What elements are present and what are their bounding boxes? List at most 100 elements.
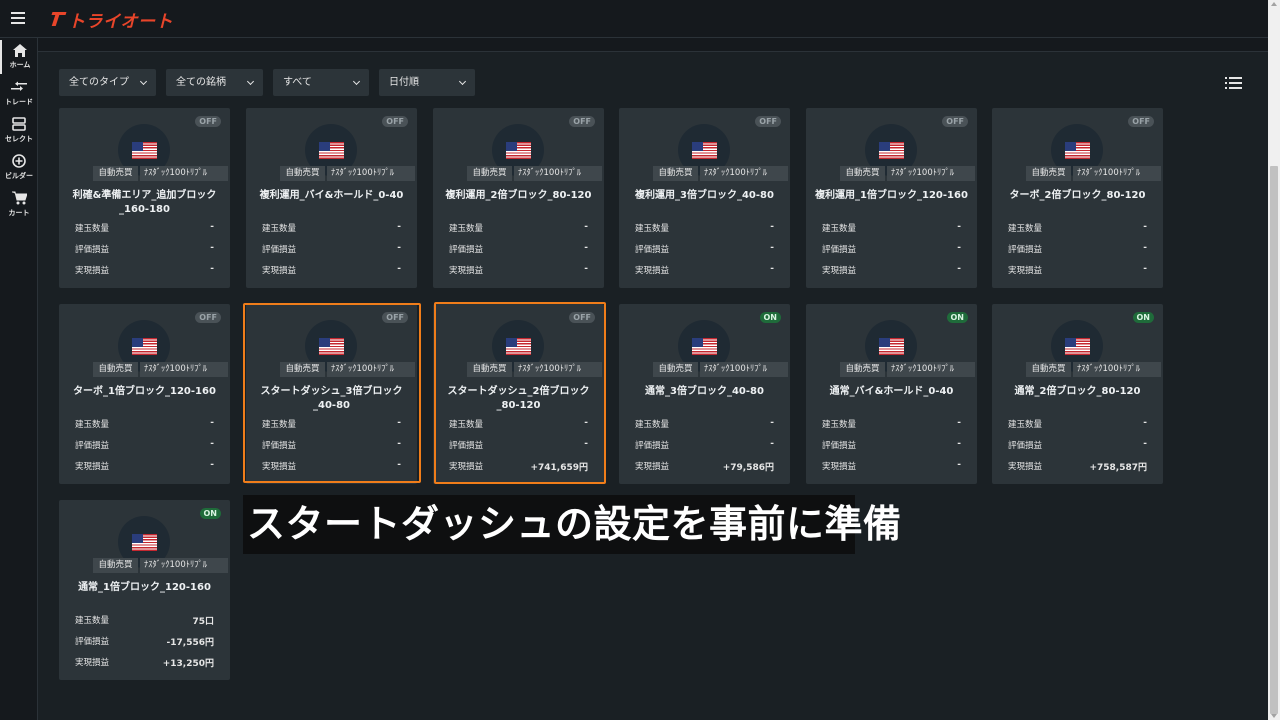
stat-label: 実現損益	[75, 658, 110, 668]
status-badge[interactable]: ON	[1132, 312, 1154, 323]
us-flag-icon	[879, 142, 904, 159]
stat-unrealized: 評価損益 -	[75, 243, 214, 255]
stat-value: -	[1143, 222, 1147, 232]
strategy-name: 複利運用_1倍ブロック_120-160	[815, 190, 968, 201]
stat-label: 実現損益	[262, 266, 297, 276]
card-tags: 自動売買 ﾅｽﾀﾞｯｸ100ﾄﾘﾌﾟﾙ	[467, 166, 602, 181]
strategy-card[interactable]: OFF 自動売買 ﾅｽﾀﾞｯｸ100ﾄﾘﾌﾟﾙ ターボ_2倍ブロック_80-120 建玉…	[992, 108, 1163, 288]
stat-unrealized: 評価損益 -	[1008, 439, 1147, 451]
strategy-card[interactable]: OFF 自動売買 ﾅｽﾀﾞｯｸ100ﾄﾘﾌﾟﾙ 利確&準備エリア_追加ブロック_160…	[59, 108, 230, 288]
card-tags: 自動売買 ﾅｽﾀﾞｯｸ100ﾄﾘﾌﾟﾙ	[280, 166, 415, 181]
stat-value: +13,250円	[162, 659, 214, 669]
filter-symbol-select[interactable]: 全ての銘柄	[166, 69, 263, 96]
stat-label: 評価損益	[449, 245, 484, 255]
stat-realized: 実現損益 -	[1008, 264, 1147, 276]
stat-label: 実現損益	[75, 266, 110, 276]
annotation-caption: スタートダッシュの設定を事前に準備	[243, 495, 901, 554]
status-badge[interactable]: ON	[199, 508, 221, 519]
stat-value: -	[770, 439, 774, 449]
chevron-down-icon	[246, 77, 255, 86]
card-tags: 自動売買 ﾅｽﾀﾞｯｸ100ﾄﾘﾌﾟﾙ	[1026, 362, 1161, 377]
stat-value: -	[397, 243, 401, 253]
filter-label: 全ての銘柄	[176, 77, 226, 88]
strategy-card[interactable]: ON 自動売買 ﾅｽﾀﾞｯｸ100ﾄﾘﾌﾟﾙ 通常_2倍ブロック_80-120 建玉数量…	[992, 304, 1163, 484]
scrollbar-thumb[interactable]	[1270, 166, 1278, 714]
stat-realized: 実現損益 -	[635, 264, 774, 276]
stat-label: 建玉数量	[1008, 224, 1043, 234]
cart-icon	[11, 190, 27, 206]
status-badge[interactable]: OFF	[195, 116, 221, 127]
stat-label: 実現損益	[75, 462, 110, 472]
status-badge[interactable]: ON	[946, 312, 968, 323]
stat-realized: 実現損益 -	[75, 460, 214, 472]
scroll-up-arrow-icon[interactable]	[1271, 2, 1277, 6]
stat-value: -	[210, 460, 214, 470]
strategy-card[interactable]: OFF 自動売買 ﾅｽﾀﾞｯｸ100ﾄﾘﾌﾟﾙ 複利運用_3倍ブロック_40-80 建玉…	[619, 108, 790, 288]
status-badge[interactable]: OFF	[195, 312, 221, 323]
us-flag-icon	[1065, 338, 1090, 355]
card-tags: 自動売買 ﾅｽﾀﾞｯｸ100ﾄﾘﾌﾟﾙ	[840, 362, 975, 377]
strategy-card[interactable]: ON 自動売買 ﾅｽﾀﾞｯｸ100ﾄﾘﾌﾟﾙ 通常_バイ&ホールド_0-40 建玉数量 -…	[806, 304, 977, 484]
us-flag-icon	[132, 338, 157, 355]
stat-unrealized: 評価損益 -	[449, 243, 588, 255]
stat-value: +79,586円	[722, 463, 774, 473]
stat-value: -	[584, 264, 588, 274]
stat-value: -	[584, 243, 588, 253]
stat-label: 評価損益	[1008, 245, 1043, 255]
strategy-card[interactable]: ON 自動売買 ﾅｽﾀﾞｯｸ100ﾄﾘﾌﾟﾙ 通常_3倍ブロック_40-80 建玉数量 -…	[619, 304, 790, 484]
strategy-card[interactable]: OFF 自動売買 ﾅｽﾀﾞｯｸ100ﾄﾘﾌﾟﾙ 複利運用_2倍ブロック_80-120 建…	[433, 108, 604, 288]
stat-label: 評価損益	[75, 245, 110, 255]
stat-label: 評価損益	[1008, 441, 1043, 451]
strategy-card[interactable]: OFF 自動売買 ﾅｽﾀﾞｯｸ100ﾄﾘﾌﾟﾙ 複利運用_1倍ブロック_120-160…	[806, 108, 977, 288]
chevron-down-icon	[139, 77, 148, 86]
stat-unrealized: 評価損益 -	[635, 439, 774, 451]
scroll-down-arrow-icon[interactable]	[1271, 714, 1277, 718]
strategy-card[interactable]: ON 自動売買 ﾅｽﾀﾞｯｸ100ﾄﾘﾌﾟﾙ 通常_1倍ブロック_120-160 建玉数…	[59, 500, 230, 680]
card-tags: 自動売買 ﾅｽﾀﾞｯｸ100ﾄﾘﾌﾟﾙ	[93, 166, 228, 181]
status-badge[interactable]: ON	[759, 312, 781, 323]
stat-value: -	[957, 222, 961, 232]
nav-select[interactable]: セレクト	[0, 114, 38, 148]
stat-quantity: 建玉数量 -	[822, 222, 961, 234]
status-badge[interactable]: OFF	[755, 116, 781, 127]
filter-status-select[interactable]: すべて	[273, 69, 369, 96]
strategy-card[interactable]: OFF 自動売買 ﾅｽﾀﾞｯｸ100ﾄﾘﾌﾟﾙ 複利運用_バイ&ホールド_0-40 建玉…	[246, 108, 417, 288]
stat-realized: 実現損益 -	[262, 264, 401, 276]
stat-realized: 実現損益 -	[75, 264, 214, 276]
vertical-scrollbar[interactable]	[1268, 0, 1280, 720]
status-badge[interactable]: OFF	[382, 116, 408, 127]
stat-quantity: 建玉数量 -	[449, 222, 588, 234]
app-logo[interactable]: トライオート	[52, 8, 173, 32]
stat-value: -	[957, 264, 961, 274]
stat-value: -	[770, 222, 774, 232]
filter-sort-select[interactable]: 日付順	[379, 69, 475, 96]
type-tag: 自動売買	[93, 558, 138, 573]
logo-mark-icon	[52, 10, 66, 28]
nav-cart[interactable]: カート	[0, 188, 38, 222]
status-badge[interactable]: OFF	[569, 116, 595, 127]
stat-value: -	[1143, 243, 1147, 253]
type-tag: 自動売買	[840, 362, 885, 377]
chevron-down-icon	[458, 77, 467, 86]
stat-value: -	[957, 243, 961, 253]
nav-trade[interactable]: トレード	[0, 77, 38, 111]
stat-label: 実現損益	[635, 462, 670, 472]
stat-label: 建玉数量	[822, 420, 857, 430]
us-flag-icon	[879, 338, 904, 355]
stat-value: -	[210, 243, 214, 253]
list-view-icon[interactable]	[1225, 77, 1242, 89]
stat-realized: 実現損益 +79,586円	[635, 460, 774, 473]
status-badge[interactable]: OFF	[1128, 116, 1154, 127]
hamburger-menu-icon[interactable]	[11, 12, 25, 24]
stat-value: -	[397, 222, 401, 232]
filter-type-select[interactable]: 全てのタイプ	[59, 69, 156, 96]
logo-text: トライオート	[68, 11, 173, 32]
nav-builder[interactable]: ビルダー	[0, 151, 38, 185]
strategy-card[interactable]: OFF 自動売買 ﾅｽﾀﾞｯｸ100ﾄﾘﾌﾟﾙ ターボ_1倍ブロック_120-160 建…	[59, 304, 230, 484]
status-badge[interactable]: OFF	[942, 116, 968, 127]
symbol-tag: ﾅｽﾀﾞｯｸ100ﾄﾘﾌﾟﾙ	[700, 166, 788, 181]
nav-home[interactable]: ホーム	[0, 40, 38, 74]
side-nav: ホーム トレード セレクト ビルダー カート	[0, 38, 38, 720]
symbol-tag: ﾅｽﾀﾞｯｸ100ﾄﾘﾌﾟﾙ	[140, 166, 228, 181]
strategy-name: 通常_バイ&ホールド_0-40	[829, 386, 954, 397]
